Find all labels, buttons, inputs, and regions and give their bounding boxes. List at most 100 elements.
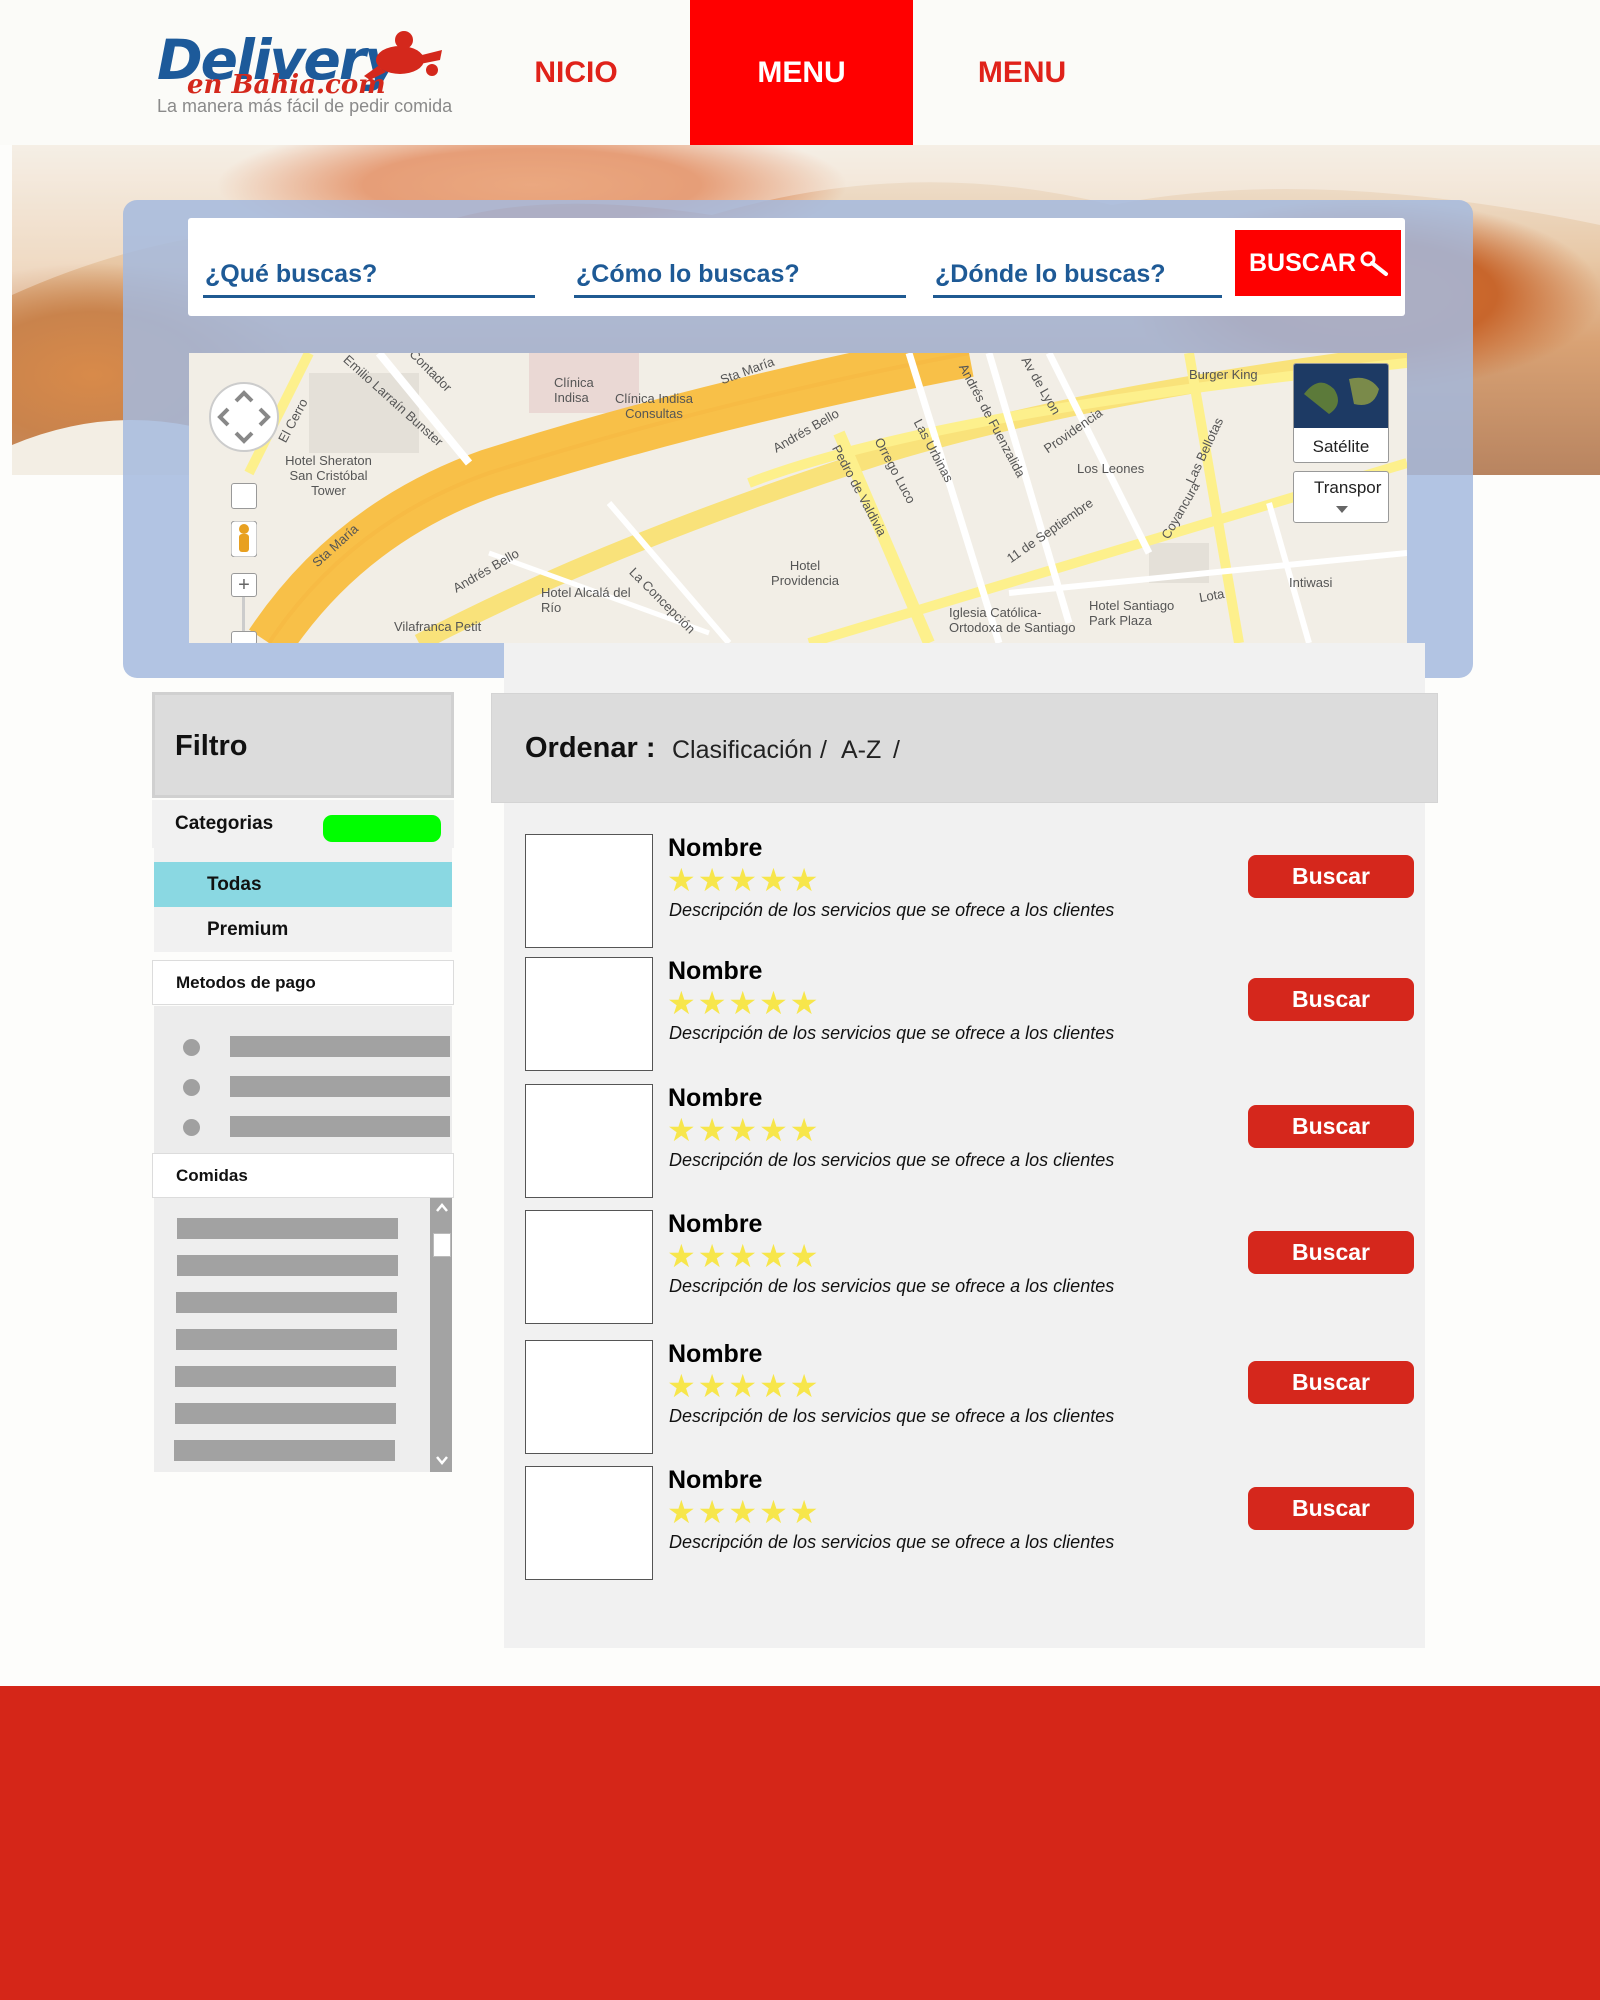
filter-sidebar: Filtro Categorias Todas Premium Metodos … [152,692,454,1472]
payment-radio[interactable] [183,1039,200,1056]
restaurant-description: Descripción de los servicios que se ofre… [669,1023,1115,1043]
restaurant-buscar-button[interactable]: Buscar [1248,1231,1414,1274]
star-icon: ★ [667,1494,696,1530]
nav-item-menu-active[interactable]: MENU [690,0,913,145]
sort-option-rating[interactable]: Clasificación [672,736,812,765]
restaurant-name[interactable]: Nombre [668,957,762,986]
star-icon: ★ [728,985,758,1021]
rating-stars: ★ ★ ★ ★ ★ [667,987,818,1019]
restaurant-image-placeholder[interactable] [525,1084,653,1198]
food-option-placeholder[interactable] [176,1329,397,1350]
restaurant-buscar-button[interactable]: Buscar [1248,1105,1414,1148]
logo-tagline: La manera más fácil de pedir comida [157,96,453,116]
restaurant-buscar-button[interactable]: Buscar [1248,855,1414,898]
restaurant-name[interactable]: Nombre [668,1466,762,1495]
chevron-down-icon [1336,506,1348,513]
map-place-label: Intiwasi [1289,575,1333,590]
star-icon: ★ [728,1494,758,1530]
food-option-placeholder[interactable] [177,1218,398,1239]
restaurant-description: Descripción de los servicios que se ofre… [669,1406,1115,1426]
restaurant-card[interactable]: Nombre ★ ★ ★ ★ ★ Descripción de los servicios … [525,1466,1425,1583]
search-button-label: BUSCAR [1249,248,1356,277]
restaurant-card[interactable]: Nombre ★ ★ ★ ★ ★ Descripción de los servicios … [525,1084,1425,1201]
payment-radio[interactable] [183,1119,200,1136]
restaurant-buscar-button[interactable]: Buscar [1248,1487,1414,1530]
map-place-label: Vilafranca Petit [394,619,482,634]
chevron-down-icon[interactable] [435,1454,449,1466]
food-option-placeholder[interactable] [175,1366,396,1387]
restaurant-name[interactable]: Nombre [668,1210,762,1239]
category-option-premium[interactable]: Premium [154,907,452,952]
restaurant-buscar-button[interactable]: Buscar [1248,1361,1414,1404]
rating-stars: ★ ★ ★ ★ ★ [667,1370,818,1402]
map-place-label: Hotel Providencia [771,558,839,588]
zoom-out-icon[interactable] [231,631,257,643]
star-icon: ★ [667,1112,696,1148]
nav-item-menu[interactable]: MENU [922,0,1122,145]
restaurant-card[interactable]: Nombre ★ ★ ★ ★ ★ Descripción de los servicios … [525,834,1425,951]
star-icon: ★ [667,1368,696,1404]
scrollbar-thumb[interactable] [433,1233,451,1257]
categories-toggle[interactable] [323,815,441,842]
sort-option-az[interactable]: A-Z [841,736,881,765]
restaurant-description: Descripción de los servicios que se ofre… [669,1150,1115,1170]
star-icon: ★ [789,1112,819,1148]
restaurant-image-placeholder[interactable] [525,1340,653,1454]
restaurant-description: Descripción de los servicios que se ofre… [669,900,1115,920]
restaurant-image-placeholder[interactable] [525,834,653,948]
restaurant-card[interactable]: Nombre ★ ★ ★ ★ ★ Descripción de los servicios … [525,957,1425,1074]
nav-item-inicio[interactable]: NICIO [476,0,676,145]
restaurant-card[interactable]: Nombre ★ ★ ★ ★ ★ Descripción de los servicios … [525,1210,1425,1327]
star-icon: ★ [697,1368,727,1404]
category-option-todas[interactable]: Todas [154,862,452,907]
star-icon: ★ [697,1112,727,1148]
map-place-label: Hotel Santiago Park Plaza [1089,598,1175,628]
food-list-scrollbar[interactable] [430,1198,452,1472]
where-search-input[interactable]: ¿Dónde lo buscas? [933,256,1222,298]
food-option-placeholder[interactable] [175,1403,396,1424]
star-icon: ★ [667,1238,696,1274]
map-pan-control[interactable] [208,381,280,453]
star-icon: ★ [759,985,788,1021]
restaurant-name[interactable]: Nombre [668,1084,762,1113]
restaurant-image-placeholder[interactable] [525,1210,653,1324]
search-button[interactable]: BUSCAR [1235,230,1401,296]
location-map[interactable]: El Cerro Emilio Larraín Bunster Contador… [189,353,1407,643]
how-search-input[interactable]: ¿Cómo lo buscas? [574,256,906,298]
star-icon: ★ [728,862,758,898]
transport-dropdown[interactable]: Transpor [1293,471,1389,523]
chevron-up-icon[interactable] [435,1202,449,1214]
star-icon: ★ [789,1494,819,1530]
categories-spacer [154,848,452,862]
transport-label: Transpor [1314,478,1382,497]
zoom-in-icon[interactable]: + [231,573,257,597]
rating-stars: ★ ★ ★ ★ ★ [667,1240,818,1272]
what-search-input[interactable]: ¿Qué buscas? [203,256,535,298]
sort-bar: Ordenar : Clasificación / A-Z / [491,693,1438,803]
restaurant-name[interactable]: Nombre [668,1340,762,1369]
payment-option-placeholder [230,1036,450,1057]
payment-radio[interactable] [183,1079,200,1096]
food-option-placeholder[interactable] [177,1255,398,1276]
food-option-placeholder[interactable] [176,1292,397,1313]
logo[interactable]: Delivery en Bahia.com La manera más fáci… [155,28,452,123]
map-place-label: Burger King [1189,367,1258,382]
satellite-label: Satélite [1312,437,1370,456]
satellite-toggle[interactable]: Satélite [1293,363,1389,463]
restaurant-description: Descripción de los servicios que se ofre… [669,1532,1115,1552]
restaurant-image-placeholder[interactable] [525,957,653,1071]
restaurant-name[interactable]: Nombre [668,834,762,863]
restaurant-image-placeholder[interactable] [525,1466,653,1580]
food-header: Comidas [152,1153,454,1198]
map-place-label: Hotel Alcalá del Río [541,585,631,615]
delivery-mascot-icon [364,31,442,80]
map-place-label: Los Leones [1077,461,1145,476]
payment-methods-list [154,1006,452,1154]
star-icon: ★ [789,1368,819,1404]
restaurant-buscar-button[interactable]: Buscar [1248,978,1414,1021]
restaurant-card[interactable]: Nombre ★ ★ ★ ★ ★ Descripción de los servicios … [525,1340,1425,1457]
star-icon: ★ [697,1238,727,1274]
street-view-pegman-icon[interactable] [231,521,257,557]
map-reset-control[interactable] [231,483,257,509]
food-option-placeholder[interactable] [174,1440,395,1461]
